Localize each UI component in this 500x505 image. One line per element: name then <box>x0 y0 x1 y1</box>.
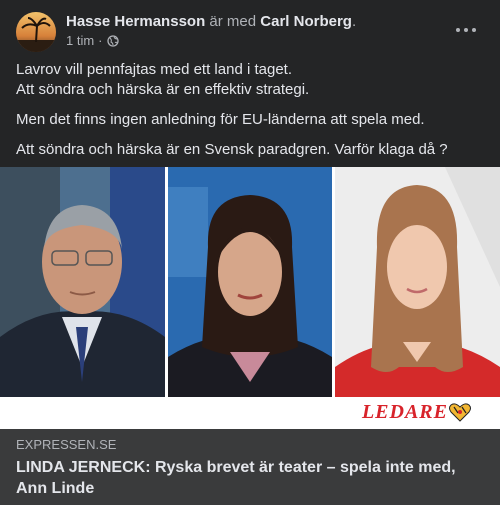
tagged-suffix: . <box>351 13 357 30</box>
author-line: Hasse Hermansson är med Carl Norberg. <box>66 12 356 31</box>
post-timestamp[interactable]: 1 tim <box>66 33 94 49</box>
meta-separator: · <box>98 33 103 48</box>
photo-panel-right <box>335 167 500 397</box>
ledare-heart-icon <box>448 401 472 423</box>
with-text: är med <box>209 13 257 30</box>
post-text-line: Men det finns ingen anledning för EU-län… <box>16 111 425 128</box>
post-meta: 1 tim · <box>66 33 119 49</box>
link-preview-image[interactable]: LEDARE <box>0 167 500 429</box>
tagged-person-name[interactable]: Carl Norberg <box>260 13 352 30</box>
author-name[interactable]: Hasse Hermansson <box>66 13 205 30</box>
post-text-line: Lavrov vill pennfajtas med ett land i ta… <box>16 61 292 78</box>
photo-panel-middle <box>168 167 332 397</box>
more-dot <box>464 28 468 32</box>
facebook-post: Hasse Hermansson är med Carl Norberg. 1 … <box>0 0 500 505</box>
author-avatar[interactable] <box>16 12 56 52</box>
more-dot <box>472 28 476 32</box>
post-text: Lavrov vill pennfajtas med ett land i ta… <box>16 60 486 160</box>
ledare-badge: LEDARE <box>361 401 448 423</box>
post-header: Hasse Hermansson är med Carl Norberg. 1 … <box>0 0 500 58</box>
link-title[interactable]: LINDA JERNECK: Ryska brevet är teater – … <box>16 457 486 499</box>
ledare-bar: LEDARE <box>0 397 500 429</box>
link-domain: EXPRESSEN.SE <box>16 437 117 452</box>
photo-panel-left <box>0 167 165 397</box>
more-dot <box>456 28 460 32</box>
more-options-icon[interactable] <box>456 22 476 38</box>
post-text-line: Att söndra och härska är en Svensk parad… <box>16 141 448 158</box>
post-text-line: Att söndra och härska är en effektiv str… <box>16 81 310 98</box>
link-preview-footer[interactable]: EXPRESSEN.SE LINDA JERNECK: Ryska brevet… <box>0 429 500 505</box>
globe-icon[interactable] <box>106 35 119 47</box>
